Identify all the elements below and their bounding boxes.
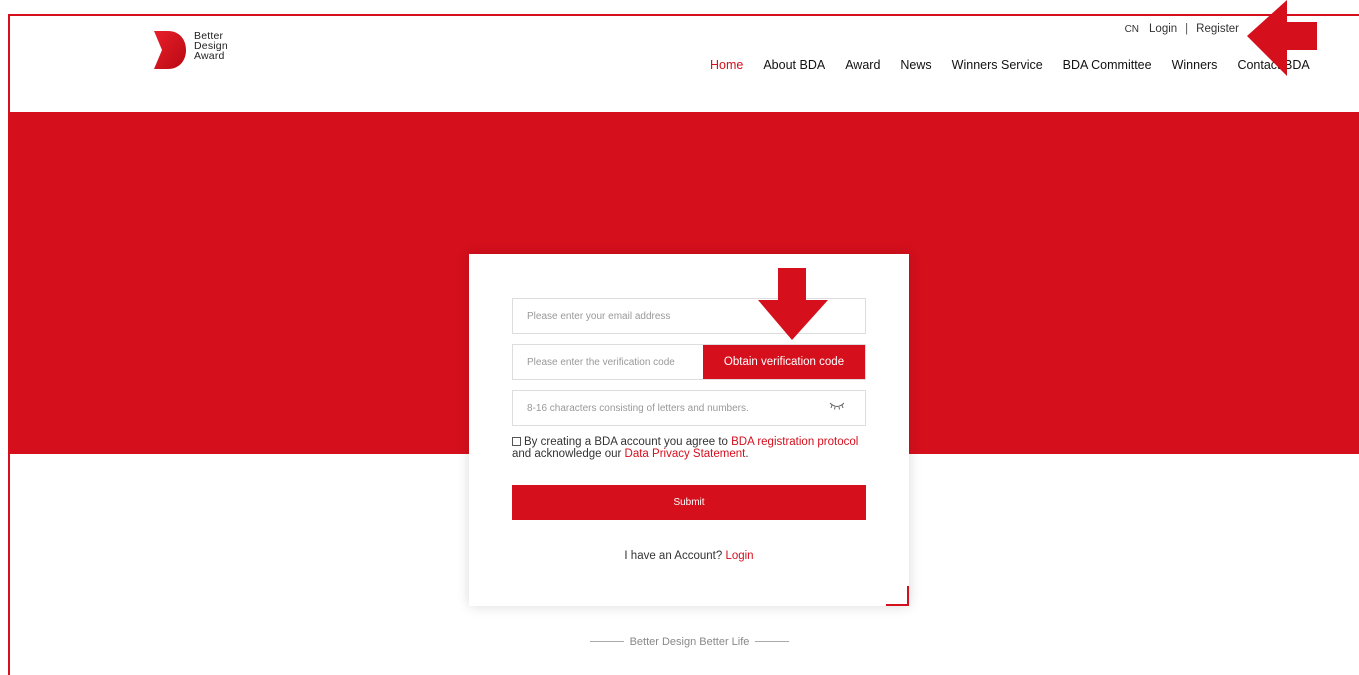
agree-text-3: .: [745, 448, 749, 460]
have-account-row: I have an Account? Login: [469, 550, 909, 562]
privacy-statement-link[interactable]: Data Privacy Statement: [625, 448, 746, 460]
agree-text-1: By creating a BDA account you agree to: [524, 436, 732, 448]
slogan-line-right: [755, 641, 790, 642]
have-account-text: I have an Account?: [624, 550, 723, 562]
annotation-arrow-down-icon: [758, 268, 828, 340]
logo-text: Better Design Award: [194, 31, 228, 62]
nav-about-bda[interactable]: About BDA: [763, 58, 825, 72]
top-register-link[interactable]: Register: [1196, 23, 1239, 35]
nav-winners-service[interactable]: Winners Service: [952, 58, 1043, 72]
bda-logo-mark: [154, 31, 186, 69]
language-switch[interactable]: CN: [1125, 24, 1139, 35]
nav-winners[interactable]: Winners: [1172, 58, 1218, 72]
registration-protocol-link[interactable]: BDA registration protocol: [731, 436, 858, 448]
top-login-link[interactable]: Login: [1149, 23, 1177, 35]
frame-top-border: [8, 14, 1359, 16]
top-utility-bar: CN Login | Register: [1125, 23, 1239, 35]
nav-award[interactable]: Award: [845, 58, 880, 72]
nav-bda-committee[interactable]: BDA Committee: [1063, 58, 1152, 72]
annotation-arrow-left-icon: [1247, 0, 1317, 76]
agree-checkbox[interactable]: [512, 437, 521, 446]
card-login-link[interactable]: Login: [725, 550, 753, 562]
slogan-line-left: [589, 641, 624, 642]
obtain-code-button[interactable]: Obtain verification code: [703, 345, 865, 379]
footer-slogan: Better Design Better Life: [0, 636, 1359, 648]
submit-button[interactable]: Submit: [512, 485, 866, 520]
agree-text-2: and acknowledge our: [512, 448, 625, 460]
logo-line-3: Award: [194, 50, 225, 62]
closed-eye-icon[interactable]: [829, 401, 845, 413]
slogan-text: Better Design Better Life: [629, 636, 750, 648]
code-field-wrapper: Obtain verification code: [512, 344, 866, 380]
main-nav: Home About BDA Award News Winners Servic…: [710, 58, 1330, 72]
verification-code-input[interactable]: [513, 345, 703, 379]
nav-news[interactable]: News: [900, 58, 931, 72]
nav-home[interactable]: Home: [710, 58, 743, 72]
agreement-block: By creating a BDA account you agree to B…: [512, 436, 882, 460]
password-input[interactable]: [513, 391, 865, 425]
register-card: Obtain verification code By creating a B…: [469, 254, 909, 606]
logo[interactable]: Better Design Award: [154, 31, 228, 69]
top-separator: |: [1185, 23, 1189, 35]
card-corner-accent: [886, 586, 909, 606]
password-field-wrapper: [512, 390, 866, 426]
